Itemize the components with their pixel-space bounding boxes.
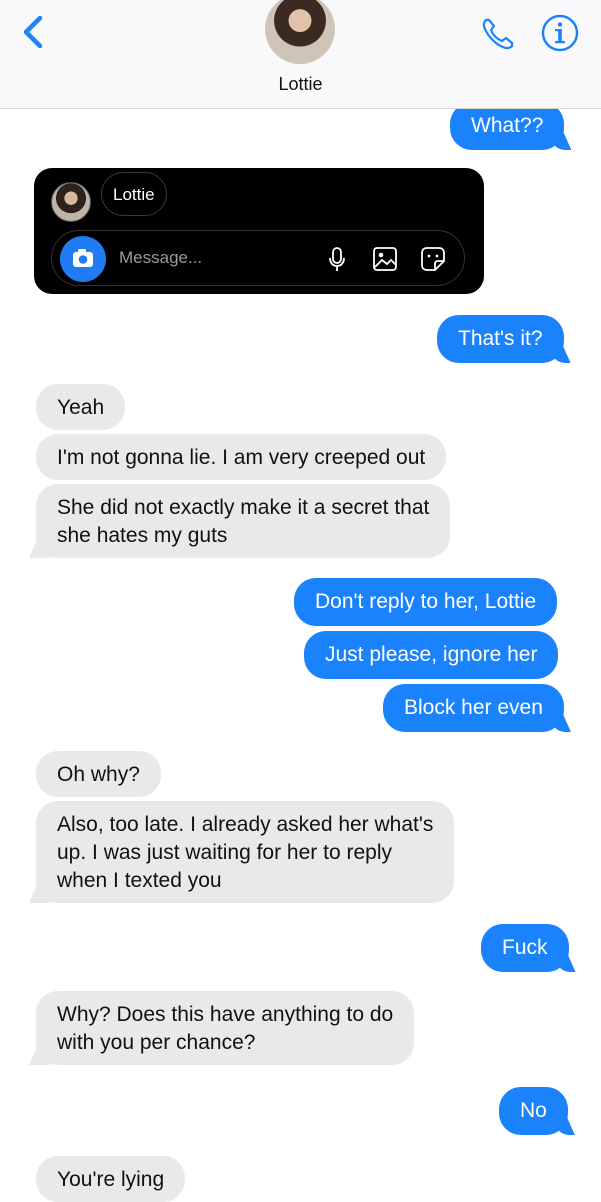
message-text: Block her even	[404, 696, 543, 719]
contact-avatar[interactable]	[265, 0, 335, 64]
contact-name[interactable]: Lottie	[0, 74, 601, 95]
message-text: Oh why?	[57, 763, 140, 786]
message-bubble-outgoing[interactable]: That's it?	[437, 315, 564, 363]
message-bubble-incoming[interactable]: Yeah	[36, 384, 126, 430]
message-text: Don't reply to her, Lottie	[315, 590, 537, 613]
camera-icon	[73, 249, 93, 267]
message-bubble-outgoing[interactable]: Just please, ignore her	[304, 631, 559, 679]
message-placeholder: Message...	[119, 248, 203, 267]
message-bubble-incoming[interactable]: You're lying	[36, 1156, 186, 1202]
message-text-line: She did not exactly make it a secret tha…	[57, 496, 430, 519]
message-bubble-outgoing[interactable]: Don't reply to her, Lottie	[294, 578, 558, 626]
back-chevron-icon[interactable]	[18, 12, 52, 52]
conversation-header: Lottie	[0, 0, 601, 109]
message-text-line: with you per chance?	[57, 1031, 256, 1054]
sticker-icon[interactable]	[418, 244, 448, 274]
message-text: No	[520, 1099, 547, 1122]
overlay-avatar	[51, 182, 91, 222]
instagram-reply-overlay: Lottie Message...	[34, 168, 484, 294]
message-text: Just please, ignore her	[325, 643, 538, 666]
message-text: Fuck	[502, 936, 548, 959]
microphone-icon[interactable]	[322, 244, 352, 274]
message-text: What??	[471, 114, 544, 137]
message-bubble-outgoing[interactable]: Fuck	[481, 924, 569, 972]
gallery-icon[interactable]	[370, 244, 400, 274]
message-bubble-incoming[interactable]: Also, too late. I already asked her what…	[36, 801, 455, 903]
message-text: That's it?	[458, 327, 543, 350]
message-text-line: Also, too late. I already asked her what…	[57, 813, 434, 836]
message-text: You're lying	[57, 1168, 165, 1191]
message-bubble-incoming[interactable]: Why? Does this have anything to do with …	[36, 991, 415, 1065]
message-text-line: when I texted you	[57, 869, 222, 892]
message-text: I'm not gonna lie. I am very creeped out	[57, 446, 426, 469]
message-bubble-incoming[interactable]: I'm not gonna lie. I am very creeped out	[36, 434, 447, 480]
message-bubble-outgoing[interactable]: Block her even	[383, 684, 564, 732]
message-text-line: she hates my guts	[57, 524, 228, 547]
info-icon[interactable]	[540, 13, 580, 53]
overlay-name-chip[interactable]: Lottie	[101, 172, 167, 216]
message-text-line: up. I was just waiting for her to reply	[57, 841, 392, 864]
message-text-line: Why? Does this have anything to do	[57, 1003, 394, 1026]
message-bubble-outgoing[interactable]: What??	[450, 102, 565, 150]
phone-icon[interactable]	[478, 14, 518, 54]
message-text: Yeah	[57, 396, 105, 419]
camera-button[interactable]	[60, 236, 106, 282]
overlay-message-field[interactable]: Message...	[51, 230, 465, 286]
message-bubble-incoming[interactable]: She did not exactly make it a secret tha…	[36, 484, 451, 558]
message-bubble-incoming[interactable]: Oh why?	[36, 751, 161, 797]
message-bubble-outgoing[interactable]: No	[499, 1087, 568, 1135]
